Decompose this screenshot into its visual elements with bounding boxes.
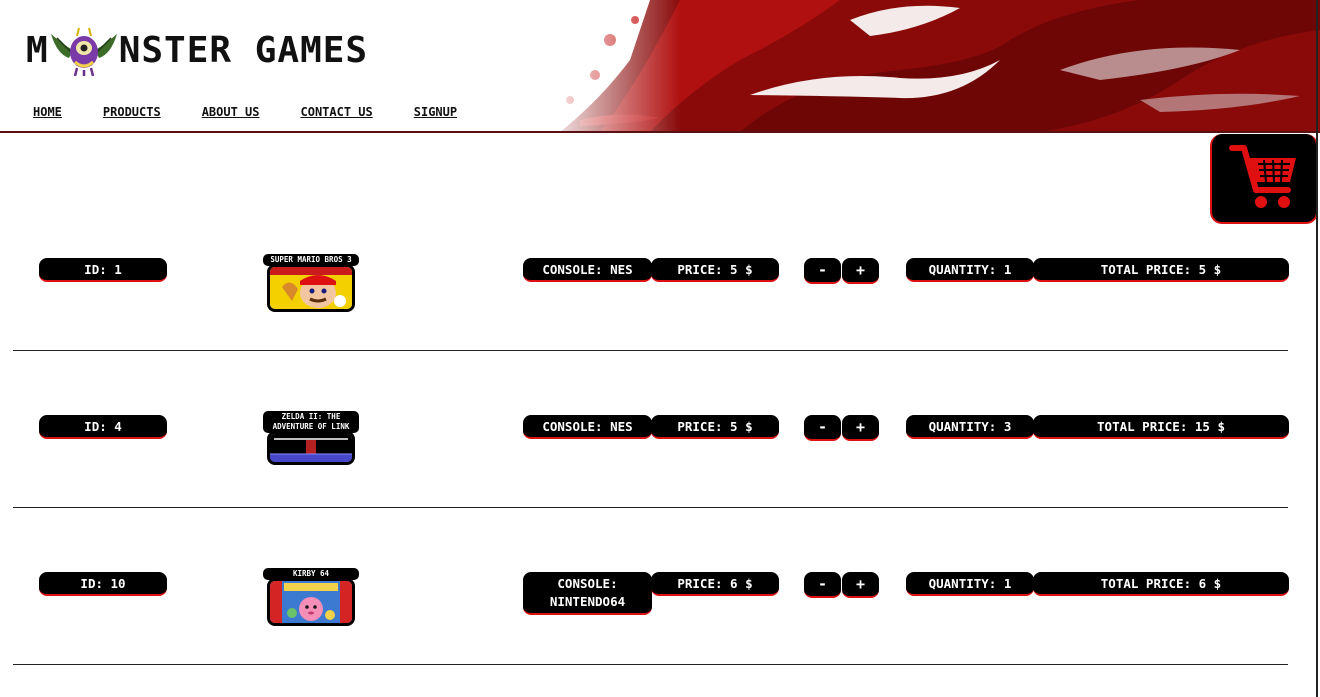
cart-item-row: ID: 1 SUPER MARIO BROS 3 CONSOLE: NES PR… (0, 194, 1300, 351)
row-divider (13, 664, 1288, 665)
console-badge: CONSOLE: NINTENDO64 (523, 572, 652, 615)
console-badge: CONSOLE: NES (523, 258, 652, 282)
console-label: CONSOLE: NES (542, 261, 633, 277)
item-id-badge: ID: 1 (39, 258, 167, 282)
total-price-badge: TOTAL PRICE: 6 $ (1033, 572, 1289, 596)
logo-letter-m: M (26, 29, 49, 71)
quantity-badge: QUANTITY: 1 (906, 572, 1034, 596)
main-navigation: HOME PRODUCTS ABOUT US CONTACT US SIGNUP (33, 105, 498, 119)
logo-text: NSTER GAMES (118, 29, 369, 71)
dragon-banner-image (540, 0, 1320, 132)
game-cover-image (267, 431, 355, 465)
cart-item-row: ID: 10 KIRBY 64 CONSOLE: NINTENDO64 PRIC… (0, 508, 1300, 665)
game-title: ZELDA II: THE ADVENTURE OF LINK (263, 411, 359, 433)
price-badge: PRICE: 5 $ (651, 415, 779, 439)
game-card: SUPER MARIO BROS 3 (263, 254, 359, 312)
console-label: CONSOLE: (557, 575, 618, 591)
price-badge: PRICE: 5 $ (651, 258, 779, 282)
page: M NSTER GAMES HOME PRODUCTS ABOUT US CON… (0, 0, 1320, 697)
nav-home-link[interactable]: HOME (33, 105, 62, 119)
quantity-badge: QUANTITY: 3 (906, 415, 1034, 439)
header-divider (0, 131, 1320, 133)
game-card: KIRBY 64 (263, 568, 359, 626)
nav-products-link[interactable]: PRODUCTS (103, 105, 161, 119)
increase-quantity-button[interactable]: + (842, 258, 879, 284)
cart-item-row: ID: 4 ZELDA II: THE ADVENTURE OF LINK CO… (0, 351, 1300, 508)
monster-logo-icon (50, 27, 117, 76)
decrease-quantity-button[interactable]: - (804, 415, 841, 441)
console-label: CONSOLE: NES (542, 418, 633, 434)
game-cover-image (267, 264, 355, 312)
total-price-badge: TOTAL PRICE: 15 $ (1033, 415, 1289, 439)
item-id-badge: ID: 10 (39, 572, 167, 596)
price-badge: PRICE: 6 $ (651, 572, 779, 596)
item-id-badge: ID: 4 (39, 415, 167, 439)
decrease-quantity-button[interactable]: - (804, 572, 841, 598)
total-price-badge: TOTAL PRICE: 5 $ (1033, 258, 1289, 282)
console-badge: CONSOLE: NES (523, 415, 652, 439)
game-title: KIRBY 64 (263, 568, 359, 580)
brand-logo[interactable]: M NSTER GAMES (26, 24, 368, 76)
nav-contact-us-link[interactable]: CONTACT US (301, 105, 373, 119)
decrease-quantity-button[interactable]: - (804, 258, 841, 284)
console-name: NINTENDO64 (549, 593, 626, 609)
site-header: M NSTER GAMES HOME PRODUCTS ABOUT US CON… (0, 0, 1320, 134)
quantity-badge: QUANTITY: 1 (906, 258, 1034, 282)
nav-signup-link[interactable]: SIGNUP (414, 105, 457, 119)
game-cover-image (267, 578, 355, 626)
nav-about-us-link[interactable]: ABOUT US (202, 105, 260, 119)
page-edge-divider (1316, 0, 1318, 697)
game-card: ZELDA II: THE ADVENTURE OF LINK (263, 411, 359, 465)
increase-quantity-button[interactable]: + (842, 572, 879, 598)
increase-quantity-button[interactable]: + (842, 415, 879, 441)
game-title: SUPER MARIO BROS 3 (263, 254, 359, 266)
